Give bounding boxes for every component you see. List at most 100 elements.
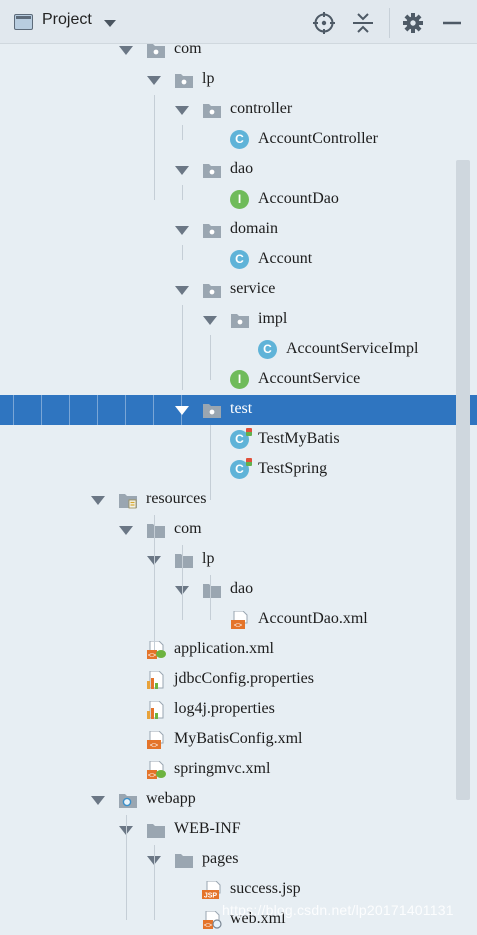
plain-folder-icon [174,851,194,869]
tree-item-label: impl [258,310,288,327]
tree-item-label: com [174,40,202,57]
tree-item-label: AccountService [258,370,361,387]
tree-item-label: jdbcConfig.properties [174,670,314,687]
tree-item-label: application.xml [174,640,274,657]
expand-arrow-icon[interactable] [175,406,189,415]
tree-guide-line [126,815,127,920]
tree-row-springmvc-xml[interactable]: <> springmvc.xml [0,755,477,785]
svg-text:<>: <> [204,923,212,930]
tree-item-label: service [230,280,276,297]
tree-item-label: TestSpring [258,460,328,477]
tree-row-jdbcconfig-properties[interactable]: jdbcConfig.properties [0,665,477,695]
tree-guide-line [182,245,183,260]
tree-row-dao[interactable]: dao [0,155,477,185]
indent-guide [69,395,70,425]
expand-arrow-icon[interactable] [175,286,189,295]
xml-file-icon: <> [146,731,166,749]
gear-icon[interactable] [400,10,426,36]
tree-row-com[interactable]: com [0,35,477,65]
project-view-selector[interactable]: Project [42,11,92,29]
tree-item-label: WEB-INF [174,820,241,837]
tree-row-accountcontroller[interactable]: C AccountController [0,125,477,155]
tree-row-controller[interactable]: controller [0,95,477,125]
tree-guide-line [154,95,155,200]
tree-row-web-inf[interactable]: WEB-INF [0,815,477,845]
class-icon: C [230,250,249,269]
tree-item-label: TestMyBatis [258,430,340,447]
tree-row-service[interactable]: service [0,275,477,305]
class-icon: C [258,340,277,359]
expand-arrow-icon[interactable] [147,76,161,85]
tree-row-domain[interactable]: domain [0,215,477,245]
tree-item-label: webapp [146,790,196,807]
interface-icon: I [230,370,249,389]
tree-guide-line [210,425,211,500]
svg-text:<>: <> [148,653,156,660]
collapse-all-icon[interactable] [350,10,376,36]
watermark-text: https://blog.csdn.net/lp20171401131 [222,902,454,918]
toolbar-separator [389,8,390,38]
expand-arrow-icon[interactable] [175,166,189,175]
tree-item-label: lp [202,70,215,87]
spring-xml-file-icon: <> [146,641,166,659]
tree-row-log4j-properties[interactable]: log4j.properties [0,695,477,725]
expand-arrow-icon[interactable] [91,496,105,505]
tree-row-com[interactable]: com [0,515,477,545]
package-folder-icon [202,161,222,179]
plain-folder-icon [146,521,166,539]
tree-item-label: log4j.properties [174,700,275,717]
crosshair-icon[interactable] [311,10,337,36]
expand-arrow-icon[interactable] [175,106,189,115]
tree-row-testmybatis[interactable]: C TestMyBatis [0,425,477,455]
tree-row-webapp[interactable]: webapp [0,785,477,815]
expand-arrow-icon[interactable] [175,226,189,235]
interface-icon: I [230,190,249,209]
tree-row-accountdao[interactable]: I AccountDao [0,185,477,215]
tree-row-mybatisconfig-xml[interactable]: <> MyBatisConfig.xml [0,725,477,755]
tree-guide-line [154,845,155,920]
plain-folder-icon [174,551,194,569]
class-icon: C [230,130,249,149]
package-folder-icon [202,401,222,419]
properties-file-icon [146,701,166,719]
tree-row-accountserviceimpl[interactable]: C AccountServiceImpl [0,335,477,365]
tree-item-label: com [174,520,202,537]
plain-folder-icon [146,821,166,839]
package-folder-icon [174,71,194,89]
tree-row-lp[interactable]: lp [0,65,477,95]
tree-row-pages[interactable]: pages [0,845,477,875]
tree-row-dao[interactable]: dao [0,575,477,605]
tree-row-accountservice[interactable]: I AccountService [0,365,477,395]
tree-row-impl[interactable]: impl [0,305,477,335]
minimize-icon[interactable] [439,10,465,36]
tree-row-testspring[interactable]: C TestSpring [0,455,477,485]
expand-arrow-icon[interactable] [119,526,133,535]
plain-folder-icon [202,581,222,599]
jsp-file-icon: JSP [202,881,222,899]
expand-arrow-icon[interactable] [203,316,217,325]
svg-text:<>: <> [150,743,158,750]
xml-file-icon: <> [230,611,250,629]
tree-item-label: test [230,400,253,417]
indent-guide [13,395,14,425]
expand-arrow-icon[interactable] [119,46,133,55]
tree-row-resources[interactable]: resources [0,485,477,515]
web-xml-file-icon: <> [202,911,222,929]
package-folder-icon [202,101,222,119]
tree-item-label: MyBatisConfig.xml [174,730,303,747]
properties-file-icon [146,671,166,689]
tree-guide-line [182,305,183,390]
chevron-down-icon[interactable] [104,20,116,27]
indent-guide [41,395,42,425]
tree-row-accountdao-xml[interactable]: <> AccountDao.xml [0,605,477,635]
vertical-scrollbar[interactable] [456,160,470,800]
expand-arrow-icon[interactable] [91,796,105,805]
web-folder-icon [118,791,138,809]
package-folder-icon [146,41,166,59]
tree-row-lp[interactable]: lp [0,545,477,575]
tree-item-label: springmvc.xml [174,760,271,777]
tree-row-test[interactable]: test [0,395,477,425]
tree-row-application-xml[interactable]: <> application.xml [0,635,477,665]
tree-row-success-jsp[interactable]: JSP success.jsp [0,875,477,905]
tree-row-account[interactable]: C Account [0,245,477,275]
